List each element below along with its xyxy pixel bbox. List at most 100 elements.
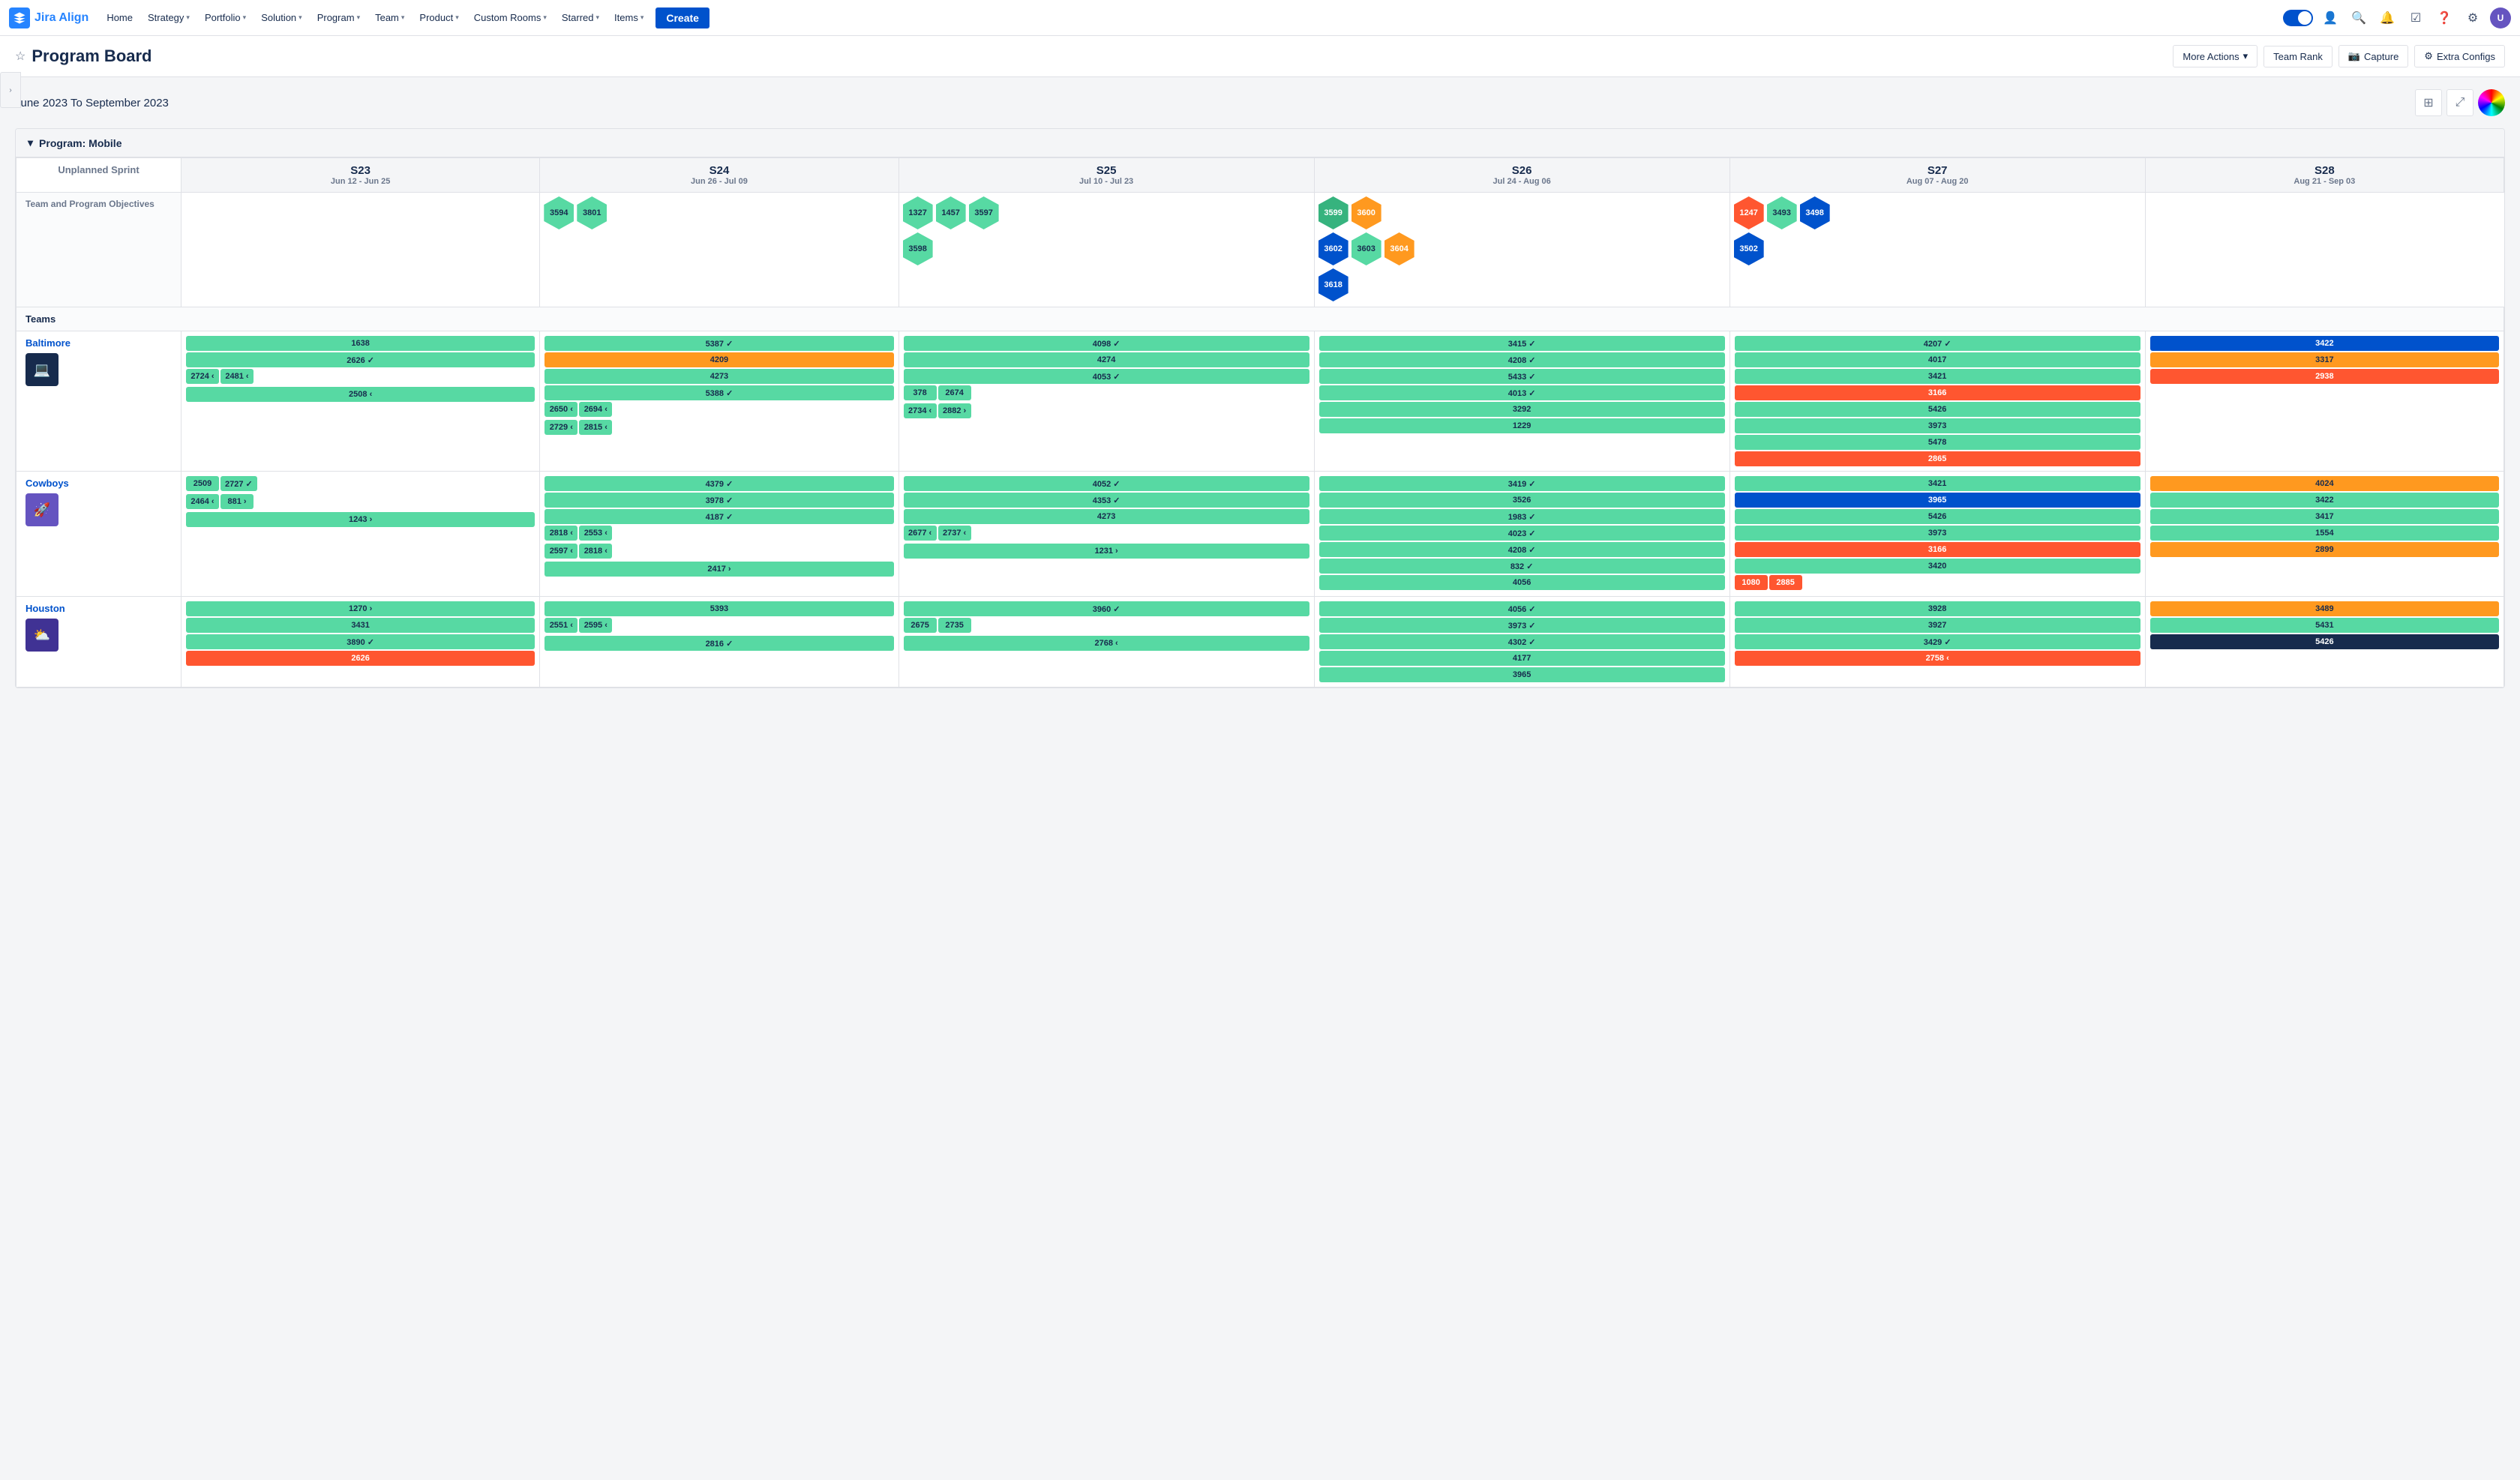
card-2729[interactable]: 2729 ‹ (544, 420, 578, 435)
nav-solution[interactable]: Solution ▾ (255, 9, 308, 26)
card-2768[interactable]: 2768 ‹ (904, 636, 1310, 651)
avatar[interactable]: U (2490, 7, 2511, 28)
card-2727[interactable]: 2727 ✓ (220, 476, 257, 491)
card-4052b[interactable]: 4052 ✓ (904, 476, 1310, 491)
card-1231[interactable]: 1231 › (904, 544, 1310, 559)
card-2481[interactable]: 2481 ‹ (220, 369, 254, 384)
program-collapse-toggle[interactable]: ▾ (28, 136, 33, 149)
card-3489[interactable]: 3489 (2150, 601, 2499, 616)
card-1270[interactable]: 1270 › (186, 601, 535, 616)
card-1229[interactable]: 1229 (1319, 418, 1725, 433)
theme-toggle[interactable] (2283, 10, 2313, 26)
card-2508[interactable]: 2508 ‹ (186, 387, 535, 402)
nav-product[interactable]: Product ▾ (413, 9, 464, 26)
card-4302[interactable]: 4302 ✓ (1319, 634, 1725, 649)
card-2597[interactable]: 2597 ‹ (544, 544, 578, 559)
more-actions-button[interactable]: More Actions ▾ (2173, 45, 2258, 67)
card-4013[interactable]: 4013 ✓ (1319, 385, 1725, 400)
card-2677[interactable]: 2677 ‹ (904, 526, 937, 541)
card-4098[interactable]: 4098 ✓ (904, 336, 1310, 351)
card-5426c[interactable]: 5426 (2150, 634, 2499, 649)
nav-portfolio[interactable]: Portfolio ▾ (199, 9, 252, 26)
card-2650[interactable]: 2650 ‹ (544, 402, 578, 417)
card-2675[interactable]: 2675 (904, 618, 937, 633)
card-2735[interactable]: 2735 (938, 618, 971, 633)
logo[interactable]: Jira Align (9, 7, 88, 28)
objective-3598[interactable]: 3598 (903, 232, 933, 265)
color-wheel-button[interactable] (2478, 89, 2505, 116)
card-4024[interactable]: 4024 (2150, 476, 2499, 491)
baltimore-team-name[interactable]: Baltimore (26, 337, 172, 349)
card-4056[interactable]: 4056 (1319, 575, 1725, 590)
team-rank-button[interactable]: Team Rank (2264, 46, 2332, 67)
nav-team[interactable]: Team ▾ (369, 9, 410, 26)
card-4273[interactable]: 4273 (544, 369, 893, 384)
card-3422[interactable]: 3422 (2150, 336, 2499, 351)
card-1983[interactable]: 1983 ✓ (1319, 509, 1725, 524)
card-2724[interactable]: 2724 ‹ (186, 369, 219, 384)
objective-3801[interactable]: 3801 (577, 196, 607, 229)
card-5433[interactable]: 5433 ✓ (1319, 369, 1725, 384)
card-3422b[interactable]: 3422 (2150, 493, 2499, 508)
objective-3603[interactable]: 3603 (1352, 232, 1382, 265)
card-2551[interactable]: 2551 ‹ (544, 618, 578, 633)
card-2595[interactable]: 2595 ‹ (579, 618, 612, 633)
card-3973c[interactable]: 3973 ✓ (1319, 618, 1725, 633)
nav-items[interactable]: Items ▾ (608, 9, 650, 26)
nav-program[interactable]: Program ▾ (311, 9, 366, 26)
objective-1457[interactable]: 1457 (936, 196, 966, 229)
objective-3502[interactable]: 3502 (1734, 232, 1764, 265)
card-4053[interactable]: 4053 ✓ (904, 369, 1310, 384)
favorite-icon[interactable]: ☆ (15, 49, 26, 64)
card-3166[interactable]: 3166 (1735, 385, 2140, 400)
extra-configs-button[interactable]: ⚙ Extra Configs (2414, 45, 2505, 67)
card-3292[interactable]: 3292 (1319, 402, 1725, 417)
card-3419b[interactable]: 3419 ✓ (1319, 476, 1725, 491)
card-2737[interactable]: 2737 ‹ (938, 526, 971, 541)
card-3420[interactable]: 3420 (1735, 559, 2140, 574)
card-3526[interactable]: 3526 (1319, 493, 1725, 508)
card-3890[interactable]: 3890 ✓ (186, 634, 535, 649)
card-3973[interactable]: 3973 (1735, 418, 2140, 433)
cowboys-team-name[interactable]: Cowboys (26, 478, 172, 489)
card-1080[interactable]: 1080 (1735, 575, 1768, 590)
help-icon[interactable]: ❓ (2433, 7, 2456, 29)
card-2938[interactable]: 2938 (2150, 369, 2499, 384)
card-3965b[interactable]: 3965 (1319, 667, 1725, 682)
card-4187[interactable]: 4187 ✓ (544, 509, 893, 524)
card-2885[interactable]: 2885 (1769, 575, 1802, 590)
card-4207[interactable]: 4207 ✓ (1735, 336, 2140, 351)
card-2818[interactable]: 2818 ‹ (544, 526, 578, 541)
card-5426[interactable]: 5426 (1735, 402, 2140, 417)
card-2674[interactable]: 2674 (938, 385, 971, 400)
card-832[interactable]: 832 ✓ (1319, 559, 1725, 574)
card-5431[interactable]: 5431 (2150, 618, 2499, 633)
card-2734[interactable]: 2734 ‹ (904, 403, 937, 418)
create-button[interactable]: Create (656, 7, 710, 28)
card-3417[interactable]: 3417 (2150, 509, 2499, 524)
card-2417[interactable]: 2417 › (544, 562, 893, 577)
nav-custom-rooms[interactable]: Custom Rooms ▾ (468, 9, 553, 26)
capture-button[interactable]: 📷 Capture (2338, 45, 2408, 67)
expand-view-button[interactable]: ⤢ (2446, 89, 2474, 116)
card-1243[interactable]: 1243 › (186, 512, 535, 527)
card-3421[interactable]: 3421 (1735, 369, 2140, 384)
card-2626[interactable]: 2626 ✓ (186, 352, 535, 367)
user-icon[interactable]: 👤 (2319, 7, 2342, 29)
card-3973b[interactable]: 3973 (1735, 526, 2140, 541)
objective-3618[interactable]: 3618 (1318, 268, 1348, 301)
card-4208[interactable]: 4208 ✓ (1319, 352, 1725, 367)
card-4177[interactable]: 4177 (1319, 651, 1725, 666)
settings-icon[interactable]: ⚙ (2462, 7, 2484, 29)
nav-strategy[interactable]: Strategy ▾ (142, 9, 196, 26)
nav-starred[interactable]: Starred ▾ (556, 9, 605, 26)
grid-view-button[interactable]: ⊞ (2415, 89, 2442, 116)
houston-team-name[interactable]: Houston (26, 603, 172, 614)
card-3429[interactable]: 3429 ✓ (1735, 634, 2140, 649)
check-icon[interactable]: ☑ (2404, 7, 2427, 29)
objective-3604[interactable]: 3604 (1384, 232, 1414, 265)
objective-3498[interactable]: 3498 (1800, 196, 1830, 229)
objective-3599[interactable]: 3599 (1318, 196, 1348, 229)
card-4208b[interactable]: 4208 ✓ (1319, 542, 1725, 557)
card-3421b[interactable]: 3421 (1735, 476, 2140, 491)
